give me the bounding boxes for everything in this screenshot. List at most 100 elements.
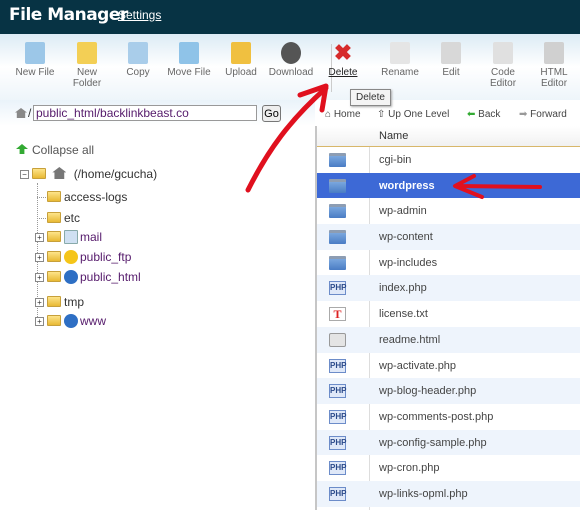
collapse-label: Collapse all <box>32 143 95 157</box>
path-bar: / Go <box>0 100 315 126</box>
file-row[interactable]: PHP wp-activate.php <box>317 353 580 379</box>
go-button[interactable]: Go <box>262 105 281 122</box>
file-row[interactable]: PHP wp-comments-post.php <box>317 404 580 430</box>
tree-item-label: public_html <box>80 270 141 284</box>
file-row[interactable]: PHP wp-blog-header.php <box>317 378 580 404</box>
file-list: Name cgi-bin wordpress wp-admin wp-content w… <box>315 126 580 510</box>
collapse-toggle[interactable]: − <box>20 170 29 179</box>
mail-icon <box>64 230 78 244</box>
folder-icon <box>329 153 346 167</box>
file-row[interactable]: Tlicense.txt <box>317 301 580 327</box>
folder-icon <box>47 191 61 202</box>
file-name: wp-activate.php <box>379 359 457 372</box>
file-name: readme.html <box>379 333 441 346</box>
expand-toggle[interactable]: + <box>35 253 44 262</box>
tree-item[interactable]: etc <box>37 211 81 225</box>
column-header-name[interactable]: Name <box>317 126 580 147</box>
app-title: File Manager <box>9 5 128 25</box>
code-editor-icon <box>493 42 513 64</box>
folder-icon <box>47 296 61 307</box>
tree-item[interactable]: + public_ftp <box>35 250 131 264</box>
file-name: wp-cron.php <box>379 462 440 475</box>
tree-item[interactable]: access-logs <box>37 190 127 204</box>
settings-link[interactable]: Settings <box>118 8 161 22</box>
delete-button[interactable]: ✖ Delete <box>313 40 373 79</box>
collapse-all-button[interactable]: Collapse all <box>16 143 94 157</box>
html-editor-button[interactable]: HTML Editor <box>524 42 580 89</box>
tree-item-label: etc <box>64 211 81 225</box>
home-icon <box>52 167 67 179</box>
php-file-icon: PHP <box>329 486 346 501</box>
tree-item[interactable]: + www <box>35 314 106 328</box>
file-row[interactable]: wp-admin <box>317 198 580 224</box>
globe-icon <box>64 270 78 284</box>
folder-icon <box>47 271 61 282</box>
expand-toggle[interactable]: + <box>35 298 44 307</box>
tree-item[interactable]: + public_html <box>35 270 141 284</box>
folder-icon <box>47 251 61 262</box>
file-name: wp-blog-header.php <box>379 385 477 398</box>
expand-toggle[interactable]: + <box>35 317 44 326</box>
edit-icon <box>441 42 461 64</box>
tree-item[interactable]: + tmp <box>35 295 84 309</box>
folder-icon <box>47 231 61 242</box>
up-one-level-button[interactable]: ⇧ Up One Level <box>377 109 449 120</box>
folder-icon <box>47 315 61 326</box>
back-button[interactable]: ⬅ Back <box>467 109 500 120</box>
file-name: wp-includes <box>379 256 438 269</box>
file-row[interactable]: readme.html <box>317 326 580 353</box>
forward-button[interactable]: ➡ Forward <box>519 109 567 120</box>
file-name: wp-admin <box>379 205 427 218</box>
file-row[interactable]: wp-content <box>317 224 580 250</box>
move-file-icon <box>179 42 199 64</box>
toolbar-label: Move File <box>167 67 211 78</box>
file-row[interactable]: wp-includes <box>317 250 580 276</box>
home-icon[interactable] <box>15 108 27 118</box>
file-row[interactable]: PHP wp-links-opml.php <box>317 480 580 507</box>
home-nav-button[interactable]: ⌂ Home <box>325 109 361 120</box>
download-button[interactable]: Download <box>261 42 321 78</box>
edit-button[interactable]: Edit <box>421 42 481 78</box>
file-row[interactable]: PHP wp-config-sample.php <box>317 429 580 456</box>
folder-icon <box>329 230 346 245</box>
php-file-icon: PHP <box>329 358 346 373</box>
file-row[interactable]: PHP wp-cron.php <box>317 455 580 481</box>
new-folder-icon <box>77 42 97 64</box>
tree-connector <box>37 197 46 198</box>
file-name: cgi-bin <box>379 154 412 166</box>
new-file-button[interactable]: New File <box>5 42 65 78</box>
file-row[interactable]: wordpress <box>317 172 580 199</box>
file-name: index.php <box>379 282 427 295</box>
file-name: wordpress <box>379 179 435 192</box>
move-file-button[interactable]: Move File <box>159 42 219 78</box>
open-folder-icon <box>32 168 46 179</box>
file-name: wp-config-sample.php <box>379 436 487 449</box>
navigation-bar: ⌂ Home ⇧ Up One Level ⬅ Back ➡ Forward <box>315 104 580 126</box>
new-file-icon <box>25 42 45 64</box>
file-row[interactable]: PHP index.php <box>317 275 580 302</box>
expand-toggle[interactable]: + <box>35 273 44 282</box>
path-input[interactable] <box>33 105 257 121</box>
globe-icon <box>64 314 78 328</box>
expand-toggle[interactable]: + <box>35 233 44 242</box>
upload-icon <box>231 42 251 64</box>
txt-file-icon: T <box>329 307 346 322</box>
toolbar-label: Download <box>268 67 314 78</box>
column-header-label: Name <box>379 130 409 142</box>
folder-icon <box>329 204 346 219</box>
file-name: wp-links-opml.php <box>379 487 468 500</box>
delete-icon: ✖ <box>333 40 353 65</box>
copy-icon <box>128 42 148 64</box>
app-header: File Manager Settings <box>0 0 580 34</box>
tree-root[interactable]: − (/home/gcucha) <box>20 167 157 181</box>
toolbar-label: HTML Editor <box>540 67 568 89</box>
ftp-icon <box>64 250 78 264</box>
folder-icon <box>329 255 346 270</box>
toolbar-label: Delete <box>328 67 358 78</box>
tree-item[interactable]: + mail <box>35 230 102 244</box>
toolbar-label: New File <box>15 67 55 78</box>
file-row[interactable]: cgi-bin <box>317 147 580 173</box>
toolbar-label: New Folder <box>72 67 102 89</box>
toolbar-label: Code Editor <box>489 67 517 89</box>
toolbar-label: Upload <box>225 67 257 78</box>
